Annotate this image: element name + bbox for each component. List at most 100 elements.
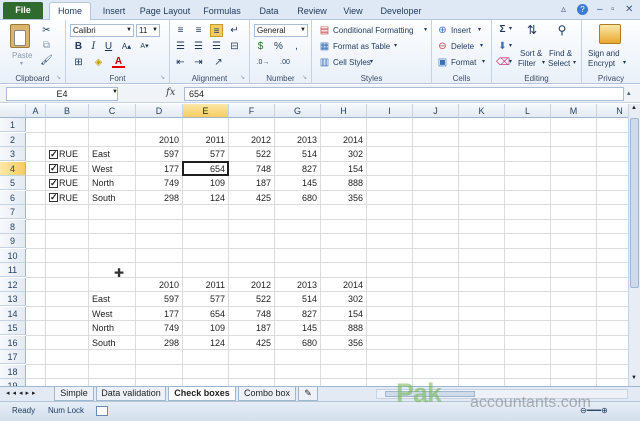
window-restore-icon[interactable]: ▫ — [611, 4, 615, 15]
value-cell[interactable]: 680 — [275, 336, 321, 350]
row-header-9[interactable]: 9 — [0, 234, 26, 248]
autosum-icon[interactable]: Σ — [496, 23, 509, 36]
column-header-g[interactable]: G — [275, 104, 321, 118]
row-header-10[interactable]: 10 — [0, 248, 26, 263]
borders-icon[interactable]: ⊞ — [72, 56, 85, 69]
value-cell[interactable]: 749 — [136, 321, 183, 335]
column-header-b[interactable]: B — [46, 104, 89, 118]
year-header-cell[interactable]: 2010 — [136, 133, 183, 147]
align-middle-icon[interactable]: ≡ — [192, 24, 205, 37]
value-cell[interactable]: 109 — [183, 321, 229, 335]
column-header-i[interactable]: I — [367, 104, 413, 118]
region-cell[interactable]: East — [89, 292, 136, 306]
italic-button[interactable]: I — [87, 40, 100, 53]
name-box[interactable]: E4 — [6, 87, 118, 101]
row-header-13[interactable]: 13 — [0, 292, 26, 306]
column-header-j[interactable]: J — [413, 104, 459, 118]
cell-styles-icon[interactable]: ▥ — [318, 56, 331, 69]
vertical-scroll-thumb[interactable] — [630, 118, 639, 288]
value-cell[interactable]: 654 — [183, 307, 229, 321]
value-cell[interactable]: 888 — [321, 321, 367, 335]
column-header-c[interactable]: C — [89, 104, 136, 118]
column-header-l[interactable]: L — [505, 104, 551, 118]
value-cell[interactable]: 187 — [229, 321, 275, 335]
paste-dropdown-icon[interactable]: ▾ — [20, 60, 23, 67]
value-cell[interactable]: 577 — [183, 147, 229, 161]
region-cell[interactable]: South — [89, 336, 136, 350]
insert-sheet-icon[interactable]: ✎ — [298, 387, 318, 401]
value-cell[interactable]: 577 — [183, 292, 229, 306]
value-cell[interactable]: 145 — [275, 176, 321, 190]
value-cell[interactable]: 827 — [275, 162, 321, 176]
row-header-5[interactable]: 5 — [0, 176, 26, 190]
region-cell[interactable]: North — [89, 176, 136, 190]
font-name-combo[interactable]: Calibri ▼ — [70, 24, 134, 37]
sheet-tab-check-boxes[interactable]: Check boxes — [168, 387, 236, 401]
help-icon[interactable]: ? — [577, 4, 588, 15]
value-cell[interactable]: 597 — [136, 292, 183, 306]
name-box-dropdown-icon[interactable]: ▼ — [112, 89, 118, 95]
year-header-cell[interactable]: 2010 — [136, 278, 183, 292]
alignment-launcher-icon[interactable]: ↘ — [240, 74, 245, 81]
worksheet-grid[interactable]: ABCDEFGHIJKLMN 1 2 3 4 5 6 7 8 9 10 11 12 13 14 15 16 17… — [0, 104, 640, 386]
fill-icon[interactable]: ⬇ — [496, 40, 509, 53]
clear-icon[interactable]: ⌫ — [496, 56, 510, 69]
encrypt-label[interactable]: Encrypt — [588, 59, 615, 68]
align-bottom-icon[interactable]: ≡ — [210, 24, 223, 37]
row-header-8[interactable]: 8 — [0, 219, 26, 234]
format-cells-icon[interactable]: ▣ — [436, 56, 449, 69]
fill-color-icon[interactable]: ◈ — [92, 56, 105, 69]
increase-decimal-icon[interactable]: .0→ — [254, 56, 272, 69]
column-header-a[interactable]: A — [26, 104, 46, 118]
sign-label[interactable]: Sign and — [588, 49, 620, 58]
value-cell[interactable]: 177 — [136, 307, 183, 321]
find-label[interactable]: Find & — [549, 49, 572, 58]
region-cell[interactable]: East — [89, 147, 136, 161]
value-cell[interactable]: 522 — [229, 147, 275, 161]
value-cell[interactable]: 522 — [229, 292, 275, 306]
value-cell[interactable]: 425 — [229, 191, 275, 205]
value-cell[interactable]: 177 — [136, 162, 183, 176]
value-cell[interactable]: 888 — [321, 176, 367, 190]
year-header-cell[interactable]: 2011 — [183, 133, 229, 147]
year-header-cell[interactable]: 2014 — [321, 133, 367, 147]
font-launcher-icon[interactable]: ↘ — [160, 74, 165, 81]
format-as-table-icon[interactable]: ▦ — [318, 40, 331, 53]
region-cell[interactable]: South — [89, 191, 136, 205]
grow-font-icon[interactable]: A▴ — [120, 40, 133, 53]
vertical-scrollbar[interactable]: ▲ ▼ — [628, 104, 640, 386]
format-as-table-button[interactable]: Format as Table — [333, 42, 390, 51]
row-header-15[interactable]: 15 — [0, 321, 26, 335]
align-left-icon[interactable]: ☰ — [174, 40, 187, 53]
value-cell[interactable]: 748 — [229, 162, 275, 176]
tab-file[interactable]: File — [3, 2, 43, 19]
number-format-combo[interactable]: General ▼ — [254, 24, 308, 37]
window-close-icon[interactable]: ✕ — [625, 4, 633, 15]
scroll-up-icon[interactable]: ▲ — [631, 105, 637, 111]
find-select-icon[interactable]: ⚲ — [554, 24, 570, 44]
conditional-formatting-button[interactable]: Conditional Formatting — [333, 26, 413, 35]
cell-styles-button[interactable]: Cell Styles — [333, 58, 371, 67]
decrease-decimal-icon[interactable]: .00 — [276, 56, 294, 69]
value-cell[interactable]: 298 — [136, 336, 183, 350]
filter-label[interactable]: Filter — [518, 59, 536, 68]
sheet-tab-data-validation[interactable]: Data validation — [96, 387, 166, 401]
decrease-indent-icon[interactable]: ⇤ — [174, 56, 187, 69]
value-cell[interactable]: 425 — [229, 336, 275, 350]
macro-record-icon[interactable] — [96, 406, 108, 416]
number-launcher-icon[interactable]: ↘ — [302, 74, 307, 81]
tab-home[interactable]: Home — [49, 2, 91, 21]
format-painter-icon[interactable]: 🖌 — [40, 54, 53, 67]
row-header-1[interactable]: 1 — [0, 118, 26, 132]
sort-filter-icon[interactable]: ⇅ — [524, 24, 540, 44]
checkbox-label-cell[interactable]: RUE — [46, 191, 89, 205]
tab-insert[interactable]: Insert — [96, 4, 132, 19]
year-header-cell[interactable]: 2012 — [229, 133, 275, 147]
row-header-2[interactable]: 2 — [0, 132, 26, 147]
delete-button[interactable]: Delete — [451, 42, 474, 51]
cut-icon[interactable]: ✂ — [40, 24, 53, 37]
percent-style-icon[interactable]: % — [272, 40, 285, 53]
value-cell[interactable]: 124 — [183, 336, 229, 350]
column-header-d[interactable]: D — [136, 104, 183, 118]
row-header-18[interactable]: 18 — [0, 364, 26, 379]
